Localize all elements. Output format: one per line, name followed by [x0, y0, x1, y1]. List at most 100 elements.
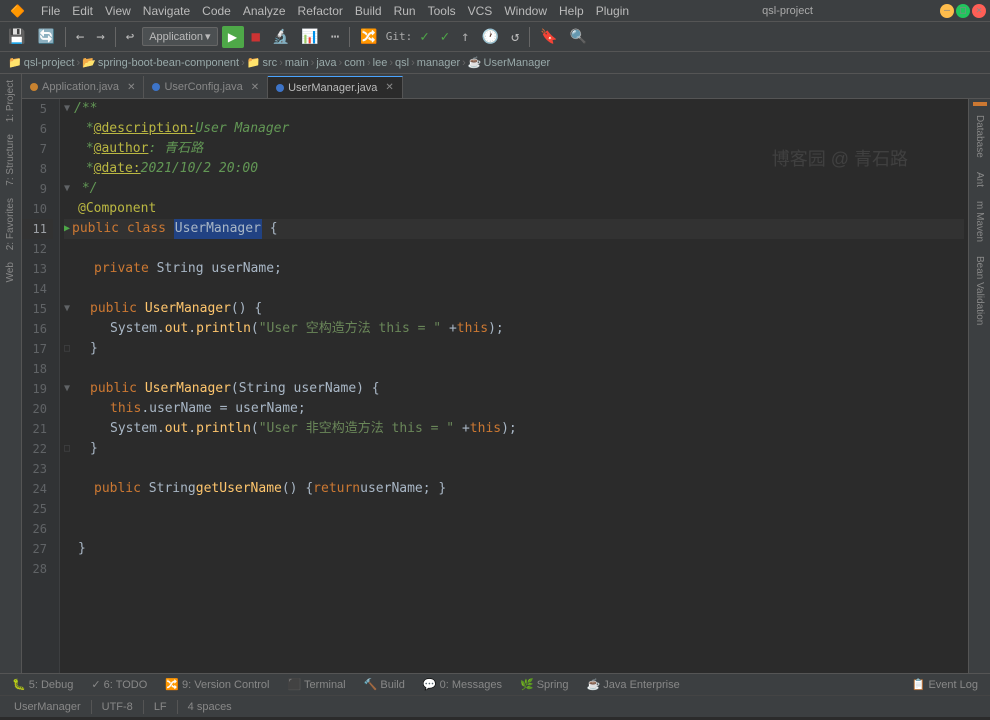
- menu-run[interactable]: Run: [388, 2, 422, 20]
- menu-view[interactable]: View: [99, 2, 137, 20]
- undo-icon[interactable]: ↩: [122, 27, 138, 47]
- git-icon[interactable]: 🔀: [356, 27, 381, 47]
- find-icon[interactable]: 🔍: [566, 27, 591, 47]
- history-icon[interactable]: 🕐: [478, 27, 503, 47]
- tab-close-userconfig[interactable]: ✕: [251, 82, 259, 93]
- breadcrumb-project[interactable]: qsl-project: [24, 57, 75, 69]
- tab-application-java[interactable]: Application.java ✕: [22, 76, 144, 98]
- menu-vcs[interactable]: VCS: [462, 2, 499, 20]
- btab-debug[interactable]: 🐛 5: Debug: [4, 676, 81, 693]
- fold-icon-5[interactable]: ▼: [64, 99, 70, 119]
- code-kw-class-11: class: [127, 219, 166, 239]
- statusbar: UserManager UTF-8 LF 4 spaces: [0, 695, 990, 717]
- code-editor[interactable]: 5 6 7 8 9 10 11 12 13 14 15 16 17 18 19 …: [22, 99, 990, 673]
- btab-terminal[interactable]: ⬛ Terminal: [280, 676, 354, 693]
- tab-userconfig-java[interactable]: UserConfig.java ✕: [144, 76, 268, 98]
- run-config-dropdown[interactable]: Application ▾: [142, 27, 217, 46]
- btab-version-control[interactable]: 🔀 9: Version Control: [157, 676, 277, 693]
- code-comment-7: *: [78, 139, 94, 159]
- breadcrumb-manager[interactable]: manager: [417, 57, 460, 69]
- breadcrumb: 📁 qsl-project › 📂 spring-boot-bean-compo…: [0, 52, 990, 74]
- breadcrumb-qsl[interactable]: qsl: [395, 57, 409, 69]
- btab-event-log[interactable]: 📋 Event Log: [904, 676, 986, 693]
- btab-java-enterprise[interactable]: ☕ Java Enterprise: [579, 676, 688, 693]
- code-annotation-component: @Component: [78, 199, 156, 219]
- menu-edit[interactable]: Edit: [66, 2, 99, 20]
- ln-13: 13: [22, 259, 53, 279]
- git-check-icon[interactable]: ✓: [416, 27, 432, 47]
- ln-17: 17: [22, 339, 53, 359]
- menu-build[interactable]: Build: [349, 2, 388, 20]
- btab-messages[interactable]: 💬 0: Messages: [415, 676, 510, 693]
- sync-icon[interactable]: 🔄: [33, 27, 58, 47]
- btab-spring[interactable]: 🌿 Spring: [512, 676, 577, 693]
- statusbar-encoding[interactable]: UTF-8: [96, 701, 139, 713]
- minimize-button[interactable]: —: [940, 4, 954, 18]
- code-content[interactable]: 博客园 @ 青石路 ▼ /** * @description: User Man…: [60, 99, 968, 673]
- fold-end-icon-17[interactable]: □: [64, 339, 70, 359]
- sidebar-item-web[interactable]: Web: [3, 256, 18, 288]
- menu-plugin[interactable]: Plugin: [590, 2, 635, 20]
- statusbar-indent[interactable]: 4 spaces: [182, 701, 238, 713]
- save-icon[interactable]: 💾: [4, 27, 29, 47]
- breadcrumb-sep-4: ›: [311, 57, 315, 69]
- code-line-25: [64, 499, 964, 519]
- code-line-20: this .userName = userName;: [64, 399, 964, 419]
- maximize-button[interactable]: □: [956, 4, 970, 18]
- stop-icon[interactable]: ■: [248, 27, 264, 47]
- btab-build[interactable]: 🔨 Build: [356, 676, 413, 693]
- tab-close-usermanager[interactable]: ✕: [385, 82, 393, 93]
- forward-icon[interactable]: →: [92, 27, 108, 47]
- menu-tools[interactable]: Tools: [422, 2, 462, 20]
- fold-icon-19[interactable]: ▼: [64, 379, 70, 399]
- fold-icon-15[interactable]: ▼: [64, 299, 70, 319]
- code-line-14: [64, 279, 964, 299]
- breadcrumb-folder1[interactable]: spring-boot-bean-component: [98, 57, 239, 69]
- coverage-icon[interactable]: 🔬: [268, 27, 293, 47]
- git-pull-icon[interactable]: ↑: [457, 27, 473, 47]
- breadcrumb-lee[interactable]: lee: [373, 57, 388, 69]
- menu-file[interactable]: File: [35, 2, 66, 20]
- panel-database[interactable]: Database: [972, 109, 987, 164]
- panel-maven[interactable]: m Maven: [972, 195, 987, 248]
- breadcrumb-main[interactable]: main: [285, 57, 309, 69]
- sidebar-item-structure[interactable]: 7: Structure: [3, 128, 18, 192]
- btab-todo[interactable]: ✓ 6: TODO: [83, 676, 155, 693]
- breadcrumb-java[interactable]: java: [316, 57, 336, 69]
- fold-end-icon-22[interactable]: □: [64, 439, 70, 459]
- revert-icon[interactable]: ↺: [507, 27, 523, 47]
- menu-help[interactable]: Help: [553, 2, 590, 20]
- sidebar-item-project[interactable]: 1: Project: [3, 74, 18, 128]
- breadcrumb-src-icon: 📁: [247, 56, 261, 69]
- more-run-icon[interactable]: ⋯: [327, 27, 343, 47]
- panel-bean-validation[interactable]: Bean Validation: [972, 250, 987, 331]
- sidebar-item-favorites[interactable]: 2: Favorites: [3, 192, 18, 256]
- breadcrumb-src[interactable]: src: [262, 57, 277, 69]
- panel-ant[interactable]: Ant: [972, 166, 987, 193]
- ln-21: 21: [22, 419, 53, 439]
- menu-code[interactable]: Code: [196, 2, 237, 20]
- tab-usermanager-java[interactable]: UserManager.java ✕: [268, 76, 403, 98]
- statusbar-usermanager[interactable]: UserManager: [8, 701, 87, 713]
- run-button[interactable]: ▶: [222, 26, 244, 48]
- profile-icon[interactable]: 📊: [297, 27, 322, 47]
- git-push-icon[interactable]: ✓: [437, 27, 453, 47]
- menu-analyze[interactable]: Analyze: [237, 2, 292, 20]
- breadcrumb-com[interactable]: com: [344, 57, 365, 69]
- bookmark-icon[interactable]: 🔖: [536, 27, 561, 47]
- breadcrumb-file[interactable]: UserManager: [484, 57, 551, 69]
- code-line-9: ▼ */: [64, 179, 964, 199]
- tab-close-application[interactable]: ✕: [127, 82, 135, 93]
- gutter-run-icon-11[interactable]: ▶: [64, 219, 70, 239]
- menu-refactor[interactable]: Refactor: [292, 2, 349, 20]
- close-button[interactable]: ✕: [972, 4, 986, 18]
- statusbar-line-endings[interactable]: LF: [148, 701, 173, 713]
- back-icon[interactable]: ←: [72, 27, 88, 47]
- fold-icon-9[interactable]: ▼: [64, 179, 70, 199]
- code-line-26: [64, 519, 964, 539]
- editor-container: Application.java ✕ UserConfig.java ✕ Use…: [22, 74, 990, 673]
- tab-icon-userconfig: [152, 83, 160, 91]
- menu-window[interactable]: Window: [498, 2, 553, 20]
- statusbar-sep-1: [91, 700, 92, 714]
- menu-navigate[interactable]: Navigate: [137, 2, 196, 20]
